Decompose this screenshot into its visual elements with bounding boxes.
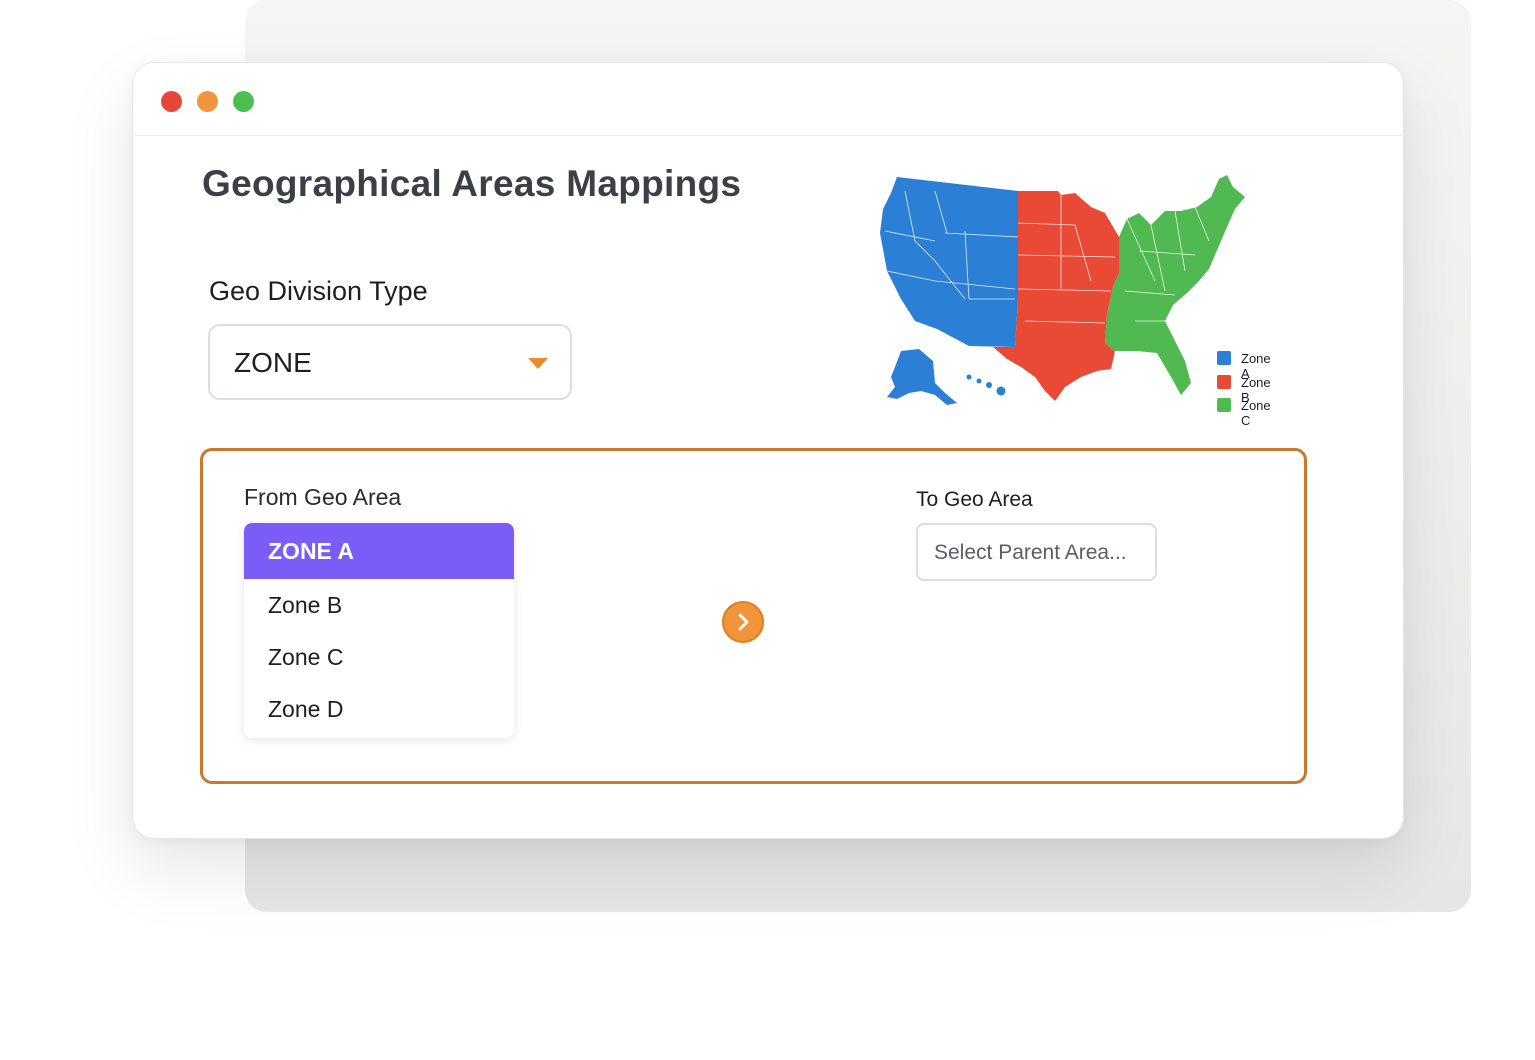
hawaii-island (976, 378, 982, 384)
to-geo-area-select[interactable]: Select Parent Area... (916, 523, 1157, 581)
geo-division-type-select[interactable]: ZONE (208, 324, 572, 400)
hawaii-island (996, 386, 1006, 396)
legend-swatch (1217, 398, 1231, 412)
map-to-button[interactable] (722, 601, 764, 643)
geo-division-type-label: Geo Division Type (209, 276, 428, 306)
from-option-zone-b[interactable]: Zone B (244, 579, 514, 631)
zone-a-region (880, 177, 1018, 347)
minimize-window-button[interactable] (197, 91, 218, 112)
chevron-right-icon (738, 613, 749, 631)
geo-division-type-value: ZONE (234, 347, 312, 378)
window-titlebar (133, 63, 1403, 136)
to-geo-area-placeholder: Select Parent Area... (934, 541, 1127, 564)
from-option-zone-c[interactable]: Zone C (244, 631, 514, 683)
hawaii-island (986, 382, 992, 388)
app-window: Geographical Areas Mappings Geo Division… (132, 62, 1404, 839)
from-option-zone-d[interactable]: Zone D (244, 683, 514, 735)
legend-swatch (1217, 374, 1231, 389)
from-option-zone-a[interactable]: ZONE A (244, 523, 514, 579)
to-geo-area-label: To Geo Area (916, 488, 1033, 511)
close-window-button[interactable] (161, 91, 182, 112)
geo-area-mapping-panel: From Geo Area ZONE A Zone B Zone C Zone … (200, 448, 1307, 784)
legend-label: Zone C (1241, 398, 1271, 428)
alaska-region (887, 349, 957, 405)
hawaii-island (966, 374, 972, 380)
from-geo-area-label: From Geo Area (244, 484, 402, 510)
caret-down-icon (528, 358, 548, 369)
zoom-window-button[interactable] (233, 91, 254, 112)
from-geo-area-list[interactable]: ZONE A Zone B Zone C Zone D (244, 523, 514, 738)
page-title: Geographical Areas Mappings (202, 163, 742, 204)
legend-swatch (1217, 351, 1231, 365)
